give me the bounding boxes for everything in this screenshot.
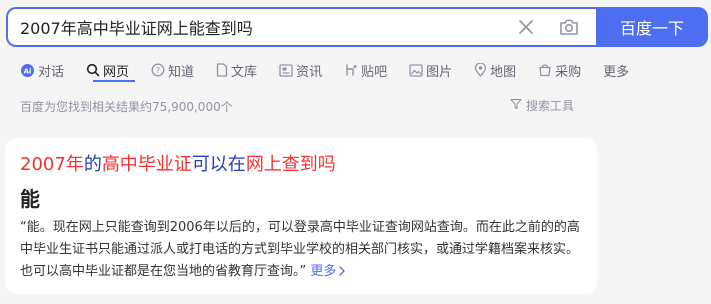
snippet-text: “能。现在网上只能查询到2006年以后的，可以登录高中毕业证查询网站查询。而在此… bbox=[20, 220, 580, 279]
title-text: 的 bbox=[83, 154, 102, 175]
tab-label: 对话 bbox=[38, 64, 65, 80]
map-pin-icon bbox=[474, 63, 487, 77]
document-icon bbox=[216, 63, 228, 77]
tieba-icon bbox=[344, 63, 358, 77]
active-tab-indicator bbox=[93, 80, 135, 82]
tab-images[interactable]: 图片 bbox=[409, 61, 452, 80]
result-card: 2007年的高中毕业证可以在网上查到吗 能 “能。现在网上只能查询到2006年以… bbox=[5, 138, 597, 294]
news-icon bbox=[279, 63, 293, 77]
search-tabs: Ai 对话 网页 ? 知道 文库 资讯 贴吧 图片 地图 采购 更多 bbox=[20, 60, 651, 80]
tab-wenku[interactable]: 文库 bbox=[216, 61, 257, 80]
search-bar: 百度一下 bbox=[6, 7, 708, 47]
tab-map[interactable]: 地图 bbox=[474, 61, 516, 80]
tab-tieba[interactable]: 贴吧 bbox=[344, 61, 387, 80]
search-input-wrap bbox=[6, 7, 596, 47]
tab-label: 网页 bbox=[103, 64, 130, 80]
tab-label: 知道 bbox=[168, 64, 195, 80]
tab-more[interactable]: 更多 bbox=[603, 61, 629, 80]
title-highlight: 2007年 bbox=[20, 154, 84, 175]
chevron-right-icon bbox=[339, 266, 346, 276]
svg-text:?: ? bbox=[156, 66, 160, 75]
filter-icon bbox=[510, 98, 526, 113]
svg-text:Ai: Ai bbox=[24, 67, 32, 75]
tab-label: 采购 bbox=[555, 64, 582, 80]
title-highlight: 网上查到吗 bbox=[245, 154, 336, 175]
tab-label: 地图 bbox=[490, 64, 517, 80]
image-icon bbox=[409, 63, 423, 77]
search-tools-button[interactable]: 搜索工具 bbox=[510, 97, 574, 114]
tab-dialogue[interactable]: Ai 对话 bbox=[20, 61, 64, 80]
answer-text: 能 bbox=[20, 187, 40, 211]
search-button[interactable]: 百度一下 bbox=[596, 7, 708, 47]
more-link[interactable]: 更多 bbox=[310, 264, 346, 279]
result-count: 百度为您找到相关结果约75,900,000个 bbox=[20, 100, 233, 114]
tab-label: 更多 bbox=[603, 64, 630, 80]
tab-label: 图片 bbox=[426, 64, 453, 80]
tab-label: 文库 bbox=[231, 64, 258, 80]
tab-label: 资讯 bbox=[296, 64, 323, 80]
result-snippet: “能。现在网上只能查询到2006年以后的，可以登录高中毕业证查询网站查询。而在此… bbox=[20, 217, 586, 283]
more-label: 更多 bbox=[310, 264, 337, 279]
tab-zhidao[interactable]: ? 知道 bbox=[151, 61, 194, 80]
shopping-icon bbox=[538, 63, 552, 77]
result-title-link[interactable]: 2007年的高中毕业证可以在网上查到吗 bbox=[20, 150, 336, 176]
search-icon bbox=[86, 63, 100, 77]
tab-news[interactable]: 资讯 bbox=[279, 61, 322, 80]
tab-web[interactable]: 网页 bbox=[86, 61, 129, 80]
search-input[interactable] bbox=[8, 17, 490, 37]
tab-purchase[interactable]: 采购 bbox=[538, 61, 581, 80]
clear-icon[interactable] bbox=[515, 16, 537, 38]
ai-chat-icon: Ai bbox=[20, 63, 35, 78]
search-tools-label: 搜索工具 bbox=[526, 99, 575, 113]
title-text: 可以在 bbox=[191, 154, 246, 175]
question-icon: ? bbox=[151, 63, 165, 77]
tab-label: 贴吧 bbox=[361, 64, 388, 80]
title-highlight: 高中毕业证 bbox=[101, 154, 192, 175]
camera-icon[interactable] bbox=[558, 16, 580, 38]
